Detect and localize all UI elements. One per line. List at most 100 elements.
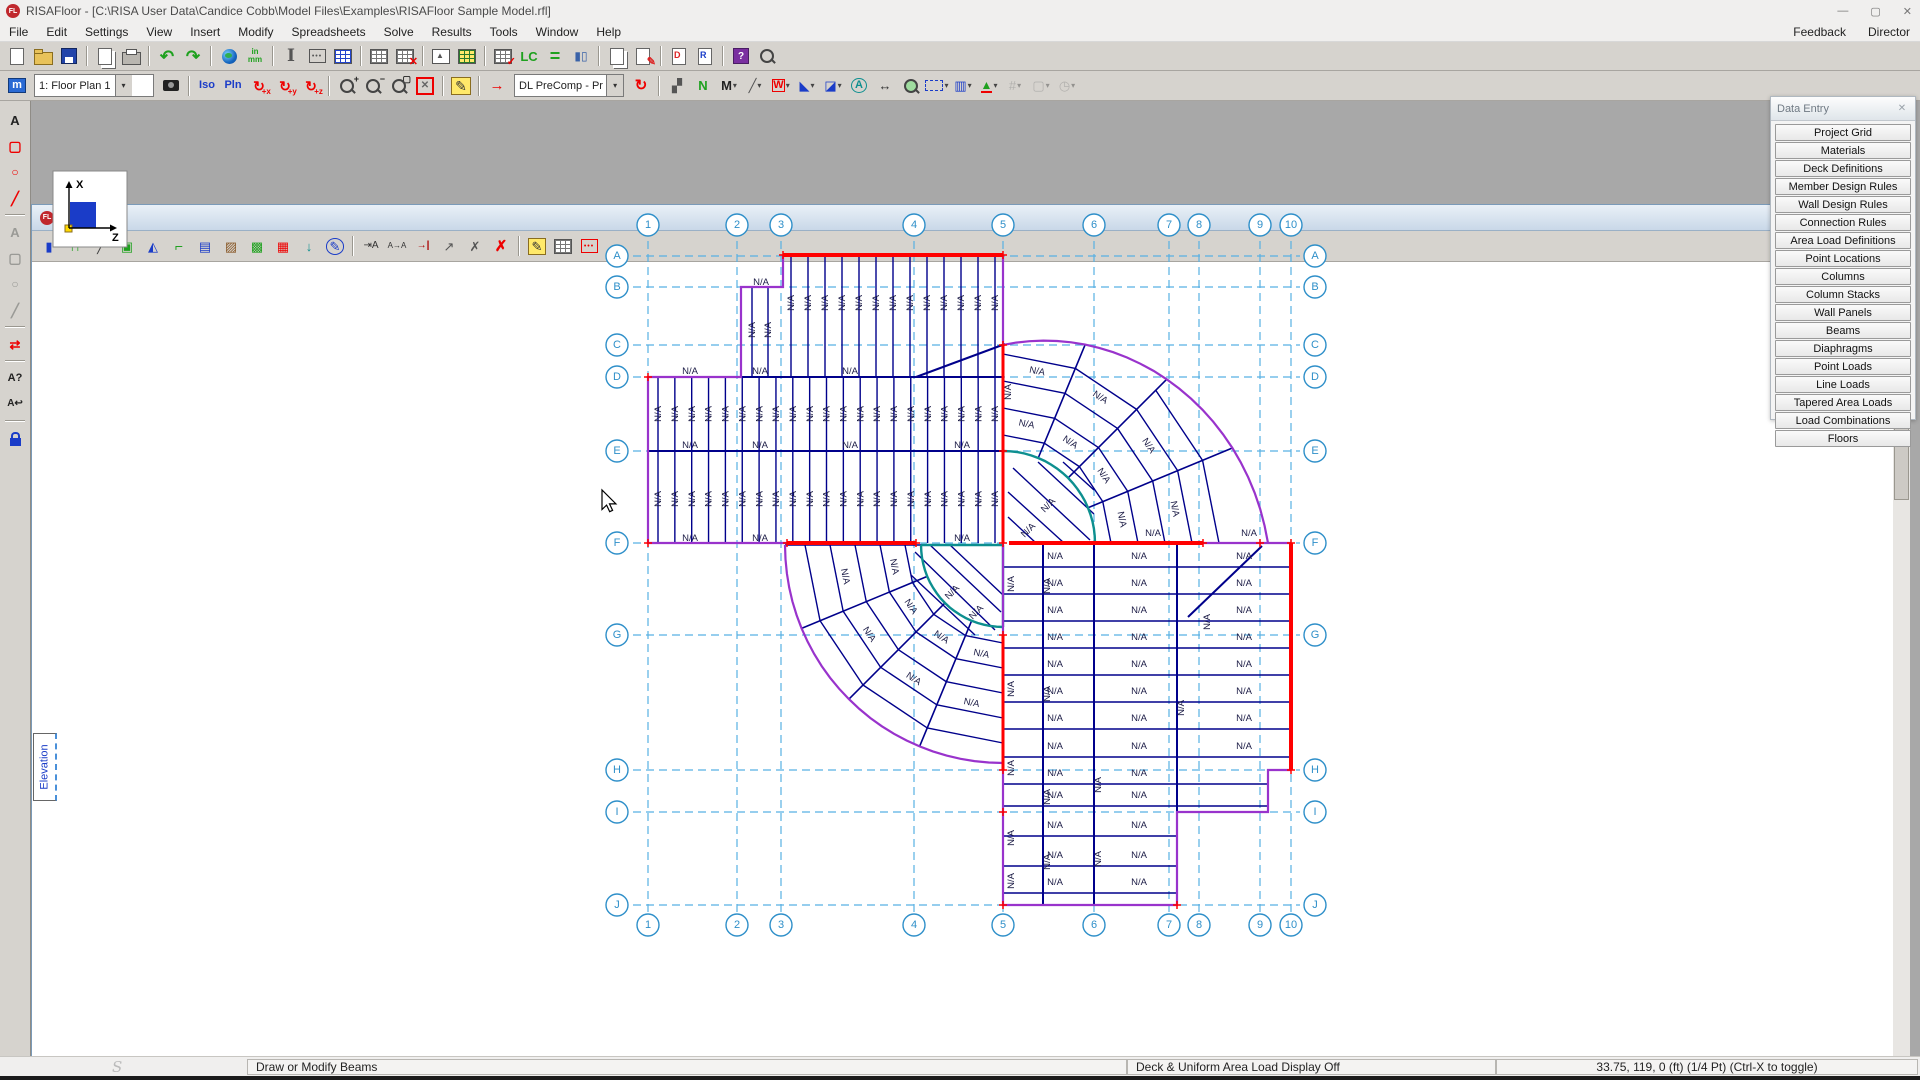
- mesh-grid-icon[interactable]: [330, 44, 356, 68]
- copy-icon[interactable]: [92, 44, 118, 68]
- zoom-out-icon[interactable]: −: [360, 74, 386, 98]
- line-select-icon[interactable]: ╱: [2, 185, 28, 211]
- close-spreadsheet-icon[interactable]: ✕: [392, 44, 418, 68]
- data-entry-tapered-area-loads[interactable]: Tapered Area Loads: [1775, 394, 1911, 411]
- menu-solve[interactable]: Solve: [375, 25, 423, 39]
- extend-members-icon[interactable]: ⇥A: [358, 234, 384, 258]
- point-load-icon[interactable]: ↓: [296, 234, 322, 258]
- dimension-icon[interactable]: ↔: [872, 74, 898, 98]
- data-entry-columns[interactable]: Columns: [1775, 268, 1911, 285]
- member-display-icon[interactable]: ╱▾: [742, 74, 768, 98]
- redo-icon[interactable]: ↷: [180, 44, 206, 68]
- detach-window-icon[interactable]: ▢▾: [1028, 74, 1054, 98]
- report-printing-icon[interactable]: [604, 44, 630, 68]
- dropdown-caret-icon[interactable]: ▾: [1017, 81, 1021, 90]
- load-combinations-icon[interactable]: LC: [516, 44, 542, 68]
- project-grid-display-icon[interactable]: #▾: [1002, 74, 1028, 98]
- invert-selection-icon[interactable]: ⇄: [2, 331, 28, 357]
- unselect-all-icon[interactable]: A: [2, 219, 28, 245]
- dropdown-caret-icon[interactable]: ▾: [810, 81, 814, 90]
- floor-select-combo[interactable]: 1: Floor Plan 1▾: [34, 74, 154, 97]
- loads-display-icon[interactable]: →: [484, 74, 510, 98]
- edit-report-icon[interactable]: ✎: [630, 44, 656, 68]
- save-selection-icon[interactable]: A↩: [2, 391, 28, 417]
- wall-display-icon[interactable]: W▾: [768, 74, 794, 98]
- ruler-display-icon[interactable]: ▾: [924, 74, 950, 98]
- data-entry-member-design-rules[interactable]: Member Design Rules: [1775, 178, 1911, 195]
- cycle-loads-icon[interactable]: ↻: [628, 74, 654, 98]
- data-entry-point-loads[interactable]: Point Loads: [1775, 358, 1911, 375]
- grid-spreadsheet-icon[interactable]: [550, 234, 576, 258]
- menu-help[interactable]: Help: [587, 25, 630, 39]
- menu-window[interactable]: Window: [527, 25, 588, 39]
- dropdown-caret-icon[interactable]: ▾: [606, 75, 623, 96]
- dropdown-caret-icon[interactable]: ▾: [838, 81, 842, 90]
- dropdown-caret-icon[interactable]: ▾: [1071, 81, 1075, 90]
- member-report-icon[interactable]: R: [692, 44, 718, 68]
- select-all-icon[interactable]: A: [2, 107, 28, 133]
- polygon-select-icon[interactable]: ○: [2, 159, 28, 185]
- data-entry-floors[interactable]: Floors: [1775, 430, 1911, 447]
- open-file-icon[interactable]: [30, 44, 56, 68]
- match-properties-icon[interactable]: A→A: [384, 234, 410, 258]
- print-icon[interactable]: [118, 44, 144, 68]
- window-mode-icon[interactable]: m: [4, 74, 30, 98]
- deck-display-icon[interactable]: ◣▾: [794, 74, 820, 98]
- spreadsheet-icon[interactable]: [366, 44, 392, 68]
- menu-file[interactable]: File: [0, 25, 37, 39]
- floor-plan-canvas[interactable]: [32, 262, 1909, 1080]
- rotate-y-icon[interactable]: ↻+y: [272, 74, 298, 98]
- draw-region-icon[interactable]: ⌐: [166, 234, 192, 258]
- draw-deck-icon[interactable]: ◭: [140, 234, 166, 258]
- data-entry-wall-design-rules[interactable]: Wall Design Rules: [1775, 196, 1911, 213]
- undo-icon[interactable]: ↶: [154, 44, 180, 68]
- mark-all-icon[interactable]: ✓: [490, 44, 516, 68]
- dropdown-caret-icon[interactable]: ▾: [944, 81, 948, 90]
- detail-report-icon[interactable]: D: [666, 44, 692, 68]
- elevation-tab[interactable]: Elevation: [33, 733, 57, 801]
- menu-tools[interactable]: Tools: [481, 25, 527, 39]
- menu-settings[interactable]: Settings: [76, 25, 137, 39]
- units-icon[interactable]: in mm: [242, 44, 268, 68]
- split-members-icon[interactable]: ✗: [462, 234, 488, 258]
- data-entry-deck-definitions[interactable]: Deck Definitions: [1775, 160, 1911, 177]
- dropdown-caret-icon[interactable]: ▾: [968, 81, 972, 90]
- dropdown-caret-icon[interactable]: ▾: [733, 81, 737, 90]
- offset-members-icon[interactable]: →|: [410, 234, 436, 258]
- deck-fill-icon[interactable]: ▤: [192, 234, 218, 258]
- minimize-button[interactable]: —: [1837, 5, 1848, 17]
- data-entry-diaphragms[interactable]: Diaphragms: [1775, 340, 1911, 357]
- close-button[interactable]: ✕: [1903, 5, 1912, 18]
- draw-wall-icon[interactable]: ▦: [270, 234, 296, 258]
- line-unselect-icon[interactable]: ╱: [2, 297, 28, 323]
- data-entry-point-locations[interactable]: Point Locations: [1775, 250, 1911, 267]
- model-view-icon[interactable]: [428, 44, 454, 68]
- zoom-extents-icon[interactable]: ✕: [412, 74, 438, 98]
- boundary-conditions-icon[interactable]: •••: [304, 44, 330, 68]
- dropdown-caret-icon[interactable]: ▾: [115, 75, 132, 96]
- shape-database-icon[interactable]: I: [278, 44, 304, 68]
- deck-solid-icon[interactable]: ▩: [244, 234, 270, 258]
- plate-display-icon[interactable]: ◪▾: [820, 74, 846, 98]
- dropdown-caret-icon[interactable]: ▾: [786, 81, 790, 90]
- node-labels-icon[interactable]: N: [690, 74, 716, 98]
- floor-window-titlebar[interactable]: FL Floor Plan 1: [32, 205, 1909, 231]
- global-parameters-icon[interactable]: [216, 44, 242, 68]
- box-unselect-icon[interactable]: ▢: [2, 245, 28, 271]
- data-entry-titlebar[interactable]: Data Entry ✕: [1771, 97, 1915, 121]
- zoom-area-icon[interactable]: [898, 74, 924, 98]
- menu-spreadsheets[interactable]: Spreadsheets: [283, 25, 375, 39]
- data-entry-area-load-definitions[interactable]: Area Load Definitions: [1775, 232, 1911, 249]
- solve-icon[interactable]: =: [542, 44, 568, 68]
- new-file-icon[interactable]: [4, 44, 30, 68]
- area-load-display-icon[interactable]: ▲▾: [976, 74, 1002, 98]
- history-icon[interactable]: ◷▾: [1054, 74, 1080, 98]
- maximize-button[interactable]: ▢: [1870, 5, 1880, 18]
- iso-view-icon[interactable]: Iso: [194, 74, 220, 98]
- snapshot-icon[interactable]: [158, 74, 184, 98]
- menu-view[interactable]: View: [137, 25, 181, 39]
- render-toggle-icon[interactable]: ▞: [664, 74, 690, 98]
- rotate-x-icon[interactable]: ↻+x: [246, 74, 272, 98]
- dropdown-caret-icon[interactable]: ▾: [757, 81, 761, 90]
- menu-insert[interactable]: Insert: [181, 25, 229, 39]
